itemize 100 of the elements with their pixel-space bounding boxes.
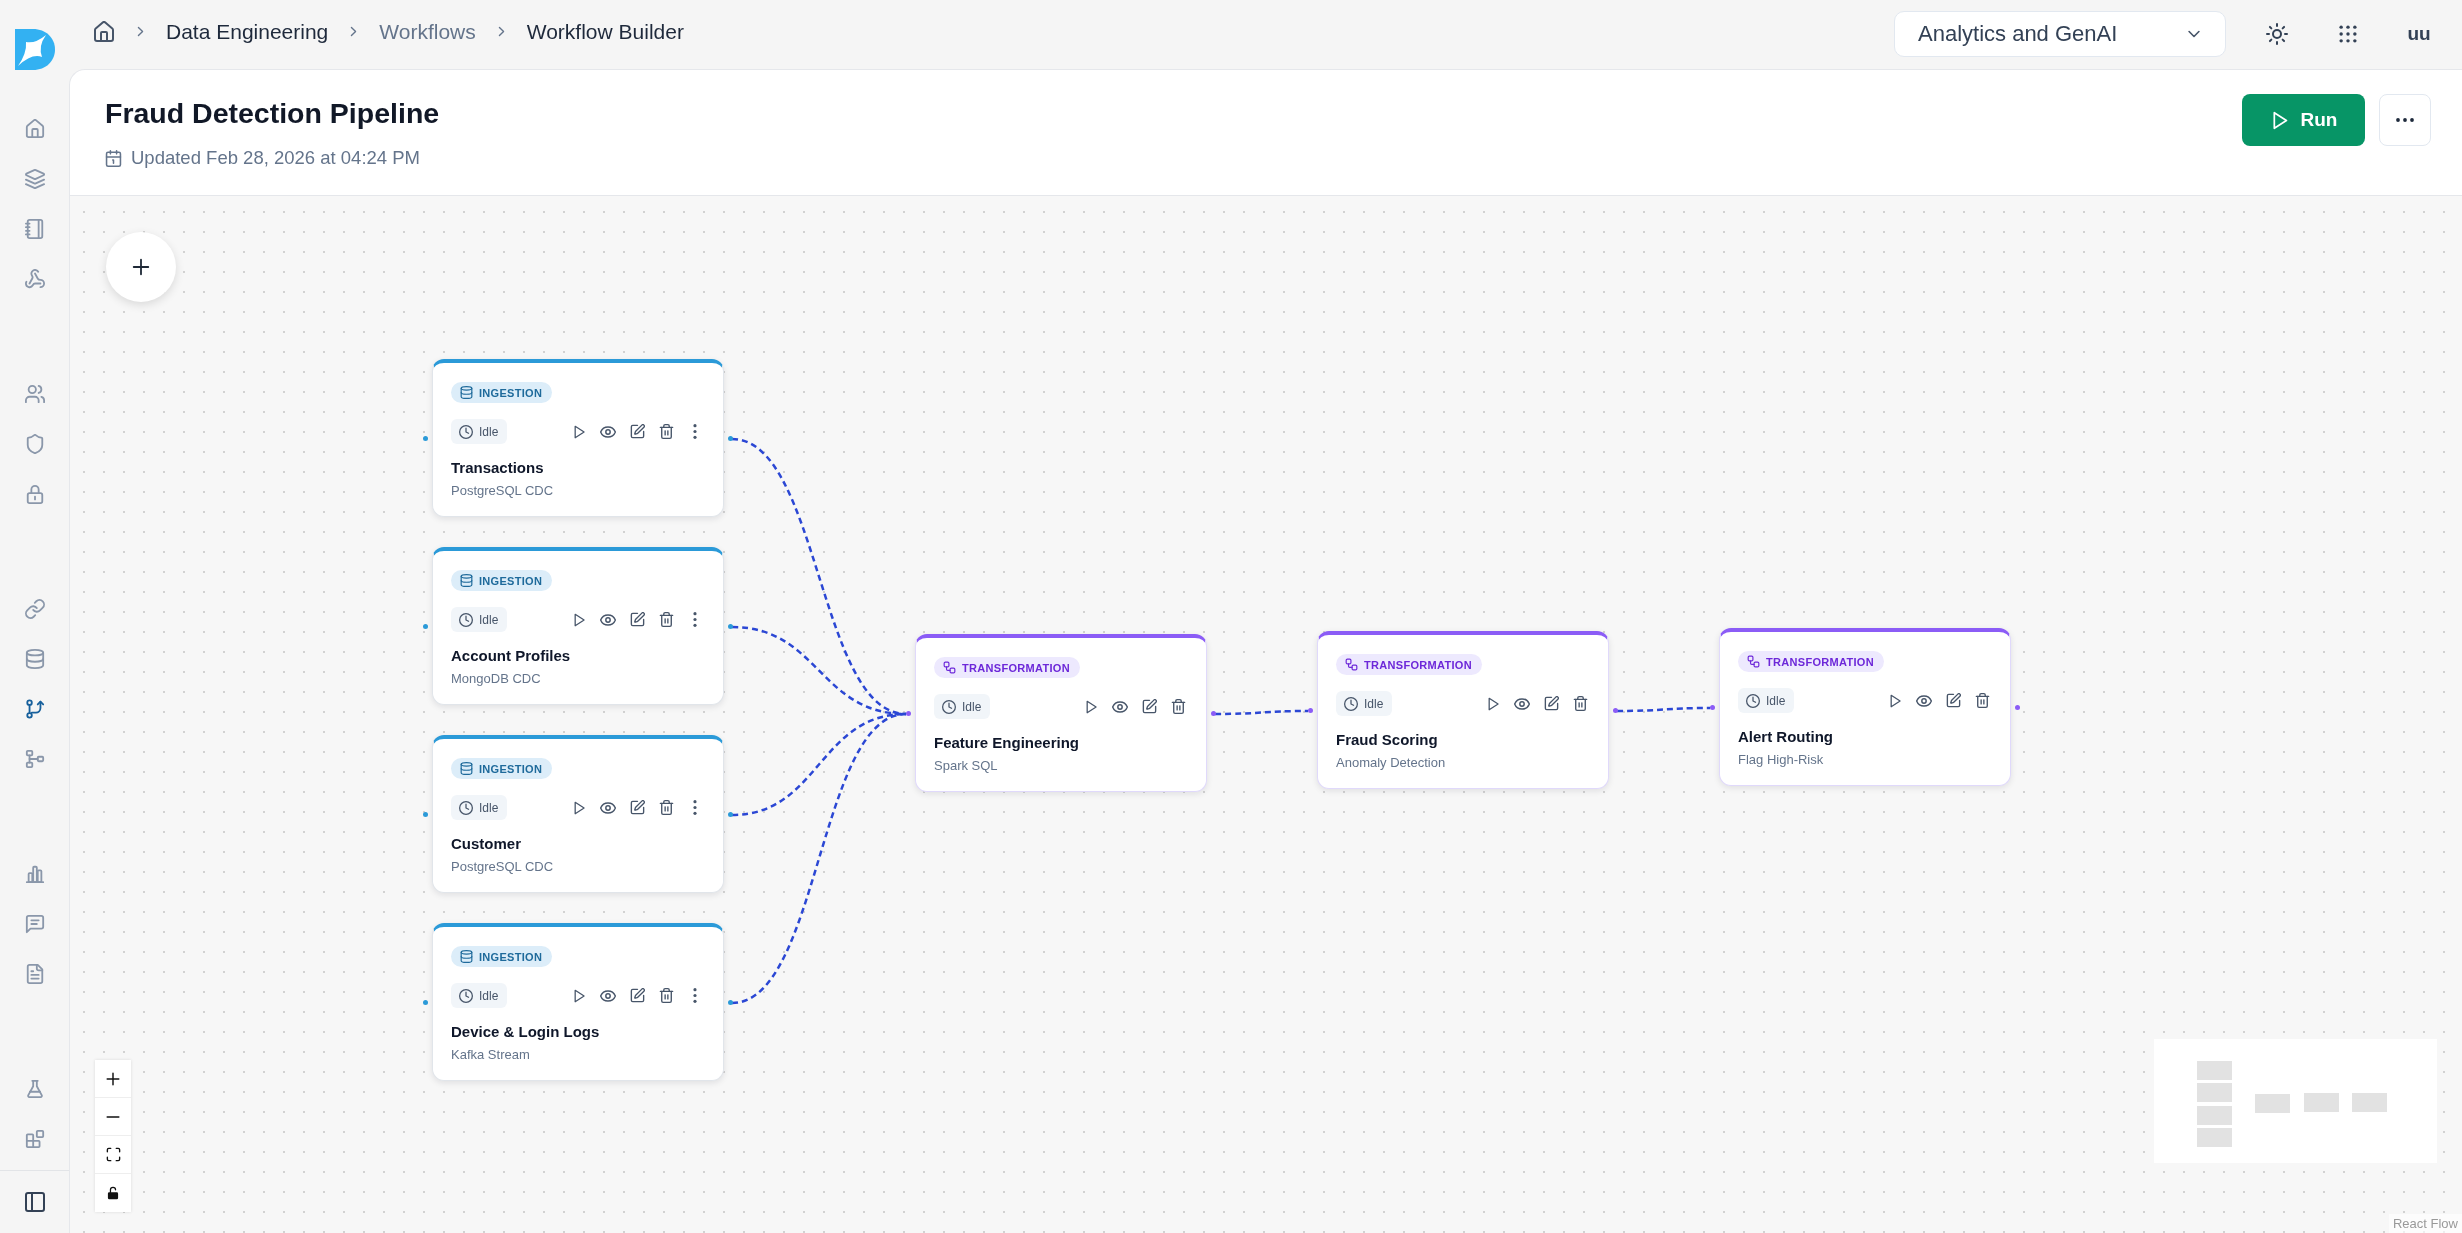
minimap-node [2197, 1128, 2233, 1148]
workflow-icon [1345, 658, 1358, 671]
handle-dot-icon[interactable] [1308, 708, 1313, 713]
delete-button[interactable] [1974, 692, 1990, 709]
plus-icon [131, 257, 151, 277]
handle-dot-icon[interactable] [728, 624, 733, 629]
home-button[interactable] [93, 20, 115, 43]
eye-icon [600, 987, 616, 1004]
preview-button[interactable] [1112, 698, 1128, 715]
preview-button[interactable] [600, 987, 616, 1004]
node-title: Account Profiles [451, 646, 571, 666]
updated-time: Updated Feb 28, 2026 at 04:24 PM [131, 147, 420, 169]
category-label: INGESTION [479, 762, 543, 775]
pencil-square-icon [629, 800, 645, 815]
node-title: Transactions [451, 458, 544, 478]
status-label: Idle [1766, 693, 1786, 708]
database-icon [460, 386, 473, 399]
run-button[interactable]: Run [2242, 94, 2365, 146]
sun-icon [2266, 22, 2288, 45]
edit-button[interactable] [1945, 692, 1961, 709]
edit-button[interactable] [629, 799, 645, 816]
handle-dot-icon[interactable] [1613, 708, 1618, 713]
dots-vertical-icon [693, 612, 697, 627]
category-label: INGESTION [479, 386, 543, 399]
trash-icon [658, 800, 674, 815]
clock-icon [1746, 693, 1760, 708]
page-title: Fraud Detection Pipeline [105, 96, 440, 131]
handle-dot-icon[interactable] [906, 711, 911, 716]
pencil-square-icon [629, 424, 645, 439]
preview-button[interactable] [600, 799, 616, 816]
minimap-node [2303, 1093, 2339, 1113]
database-icon [460, 574, 473, 587]
delete-button[interactable] [658, 611, 674, 628]
preview-button[interactable] [1514, 695, 1530, 712]
eye-icon [600, 799, 616, 816]
ellipsis-icon [2396, 118, 2414, 122]
handle-dot-icon[interactable] [728, 1000, 733, 1005]
delete-button[interactable] [658, 423, 674, 440]
handle-dot-icon[interactable] [423, 624, 428, 629]
workspace-dropdown[interactable]: Analytics and GenAI [1894, 10, 2226, 57]
handle-dot-icon[interactable] [728, 812, 733, 817]
pencil-square-icon [1543, 696, 1559, 711]
trash-icon [1974, 693, 1990, 708]
clock-icon [459, 800, 473, 815]
status-label: Idle [1364, 696, 1384, 711]
dots-vertical-icon [693, 800, 697, 815]
edit-button[interactable] [629, 611, 645, 628]
dots-vertical-icon [693, 988, 697, 1003]
delete-button[interactable] [658, 799, 674, 816]
node-subtitle: Anomaly Detection [1336, 754, 1446, 772]
handle-dot-icon[interactable] [423, 1000, 428, 1005]
home-icon [24, 119, 45, 139]
zoom-in-button[interactable] [95, 1060, 131, 1098]
play-icon [572, 612, 586, 627]
minimap-node [2351, 1092, 2387, 1112]
delete-button[interactable] [1170, 698, 1186, 715]
handle-dot-icon[interactable] [423, 436, 428, 441]
dots-vertical-icon [693, 424, 697, 439]
delete-button[interactable] [658, 987, 674, 1004]
home-icon [93, 20, 115, 43]
breadcrumb-current: Workflow Builder [526, 19, 684, 44]
fit-view-button[interactable] [95, 1136, 131, 1174]
minimap-node [2255, 1093, 2291, 1113]
handle-dot-icon[interactable] [1211, 711, 1216, 716]
eye-icon [1514, 695, 1530, 712]
pencil-square-icon [629, 612, 645, 627]
node-subtitle: Spark SQL [934, 757, 998, 775]
category-label: TRANSFORMATION [962, 661, 1070, 674]
grid-dots-icon [2339, 24, 2357, 43]
edit-button[interactable] [1141, 698, 1157, 715]
layers-icon [24, 169, 45, 189]
trash-icon [1572, 696, 1588, 711]
pencil-square-icon [1141, 699, 1157, 714]
clock-icon [459, 424, 473, 439]
eye-icon [1112, 698, 1128, 715]
edit-button[interactable] [1543, 695, 1559, 712]
padlock-icon [106, 1186, 120, 1200]
handle-dot-icon[interactable] [728, 436, 733, 441]
clock-icon [1344, 696, 1358, 711]
flask-icon [24, 1079, 45, 1099]
edit-button[interactable] [629, 987, 645, 1004]
delete-button[interactable] [1572, 695, 1588, 712]
handle-dot-icon[interactable] [423, 812, 428, 817]
add-node-button[interactable] [106, 232, 176, 302]
breadcrumb-link[interactable]: Workflows [379, 19, 476, 44]
eye-icon [1916, 692, 1932, 709]
play-icon [572, 424, 586, 439]
preview-button[interactable] [1916, 692, 1932, 709]
handle-dot-icon[interactable] [1710, 705, 1715, 710]
edit-button[interactable] [629, 423, 645, 440]
logo-icon [14, 29, 55, 70]
status-label: Idle [479, 424, 499, 439]
play-icon [1084, 699, 1098, 714]
breadcrumb-link[interactable]: Data Engineering [166, 19, 329, 44]
preview-button[interactable] [600, 611, 616, 628]
preview-button[interactable] [600, 423, 616, 440]
handle-dot-icon[interactable] [2015, 705, 2020, 710]
play-icon [572, 988, 586, 1003]
lock-button[interactable] [95, 1174, 131, 1212]
clock-icon [459, 612, 473, 627]
